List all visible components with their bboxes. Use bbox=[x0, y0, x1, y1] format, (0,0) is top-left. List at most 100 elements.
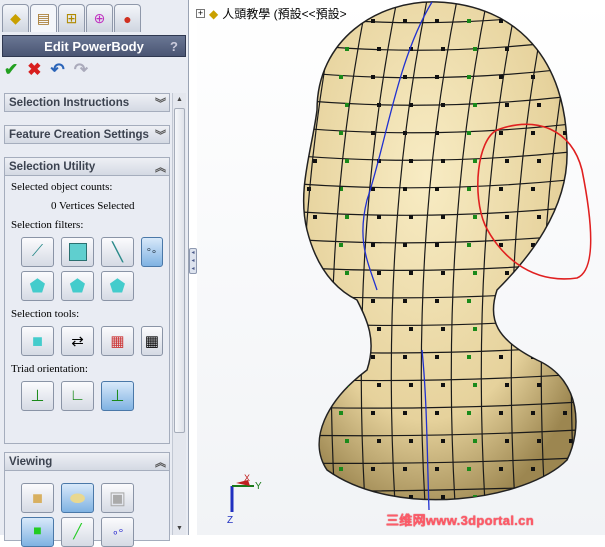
view-smooth-button[interactable]: ⬬ bbox=[61, 483, 94, 513]
mesh-vertex[interactable] bbox=[313, 47, 317, 51]
section-header[interactable]: Selection Instructions ︾ bbox=[4, 93, 170, 112]
triad-local-button[interactable]: ∟ bbox=[61, 381, 94, 411]
mesh-vertex[interactable] bbox=[473, 439, 477, 443]
filter-region-button[interactable]: ⬟ bbox=[101, 271, 134, 301]
mesh-vertex[interactable] bbox=[377, 47, 381, 51]
mesh-vertex[interactable] bbox=[435, 299, 439, 303]
filter-ring-button[interactable]: ⬟ bbox=[61, 271, 94, 301]
section-header[interactable]: Selection Utility ︽ bbox=[4, 157, 170, 176]
mesh-vertex[interactable] bbox=[435, 355, 439, 359]
mesh-vertex[interactable] bbox=[339, 411, 343, 415]
mesh-vertex[interactable] bbox=[569, 215, 573, 219]
feature-tree-root[interactable]: + ◆ 人頭教學 (預設<<預設> bbox=[196, 5, 347, 22]
mesh-vertex[interactable] bbox=[435, 467, 439, 471]
mesh-vertex[interactable] bbox=[345, 327, 349, 331]
mesh-vertex[interactable] bbox=[345, 159, 349, 163]
mesh-vertex[interactable] bbox=[563, 299, 567, 303]
mesh-vertex[interactable] bbox=[563, 243, 567, 247]
cancel-x-icon[interactable]: ✖ bbox=[27, 60, 41, 80]
mesh-vertex[interactable] bbox=[473, 103, 477, 107]
tab-property-manager[interactable]: ▤ bbox=[30, 4, 57, 32]
mesh-vertex[interactable] bbox=[531, 131, 535, 135]
mesh-vertex[interactable] bbox=[499, 19, 503, 23]
mesh-vertex[interactable] bbox=[435, 243, 439, 247]
section-header[interactable]: Feature Creation Settings ︾ bbox=[4, 125, 170, 144]
mesh-vertex[interactable] bbox=[339, 75, 343, 79]
mesh-vertex[interactable] bbox=[473, 383, 477, 387]
mesh-vertex[interactable] bbox=[313, 439, 317, 443]
mesh-vertex[interactable] bbox=[409, 215, 413, 219]
mesh-vertex[interactable] bbox=[339, 299, 343, 303]
mesh-vertex[interactable] bbox=[313, 495, 317, 499]
mesh-vertex[interactable] bbox=[339, 467, 343, 471]
mesh-vertex[interactable] bbox=[441, 495, 445, 499]
chevron-up-icon[interactable]: ︽ bbox=[155, 159, 169, 175]
tab-feature-manager[interactable]: ◆ bbox=[2, 4, 29, 32]
mesh-vertex[interactable] bbox=[371, 467, 375, 471]
grow-selection-button[interactable]: ▦ bbox=[101, 326, 134, 356]
mesh-vertex[interactable] bbox=[467, 131, 471, 135]
graphics-viewport[interactable] bbox=[197, 0, 605, 535]
filter-all-button[interactable]: ⟋ bbox=[21, 237, 54, 267]
mesh-vertex[interactable] bbox=[505, 495, 509, 499]
mesh-vertex[interactable] bbox=[441, 271, 445, 275]
filter-edges-button[interactable]: ╲ bbox=[101, 237, 134, 267]
mesh-vertex[interactable] bbox=[537, 103, 541, 107]
filter-vertices-button[interactable]: °∘ bbox=[141, 237, 163, 267]
mesh-vertex[interactable] bbox=[307, 131, 311, 135]
mesh-vertex[interactable] bbox=[467, 299, 471, 303]
mesh-vertex[interactable] bbox=[371, 411, 375, 415]
mesh-vertex[interactable] bbox=[377, 383, 381, 387]
mesh-vertex[interactable] bbox=[537, 439, 541, 443]
mesh-vertex[interactable] bbox=[377, 439, 381, 443]
mesh-vertex[interactable] bbox=[499, 187, 503, 191]
invert-selection-button[interactable]: ⇄ bbox=[61, 326, 94, 356]
mesh-vertex[interactable] bbox=[345, 215, 349, 219]
triad-world-button[interactable]: ⊥ bbox=[21, 381, 54, 411]
mesh-vertex[interactable] bbox=[403, 299, 407, 303]
mesh-vertex[interactable] bbox=[473, 159, 477, 163]
collapse-panel-handle[interactable]: ◂ ◂ ◂ bbox=[189, 248, 197, 274]
mesh-vertex[interactable] bbox=[345, 103, 349, 107]
mesh-vertex[interactable] bbox=[409, 327, 413, 331]
select-all-button[interactable]: ■ bbox=[21, 326, 54, 356]
section-header[interactable]: Viewing ︽ bbox=[4, 452, 170, 471]
mesh-vertex[interactable] bbox=[569, 47, 573, 51]
tab-dimxpert-manager[interactable]: ⊕ bbox=[86, 4, 113, 32]
show-vertices-button[interactable]: ∘° bbox=[101, 517, 134, 547]
mesh-vertex[interactable] bbox=[531, 299, 535, 303]
mesh-vertex[interactable] bbox=[563, 19, 567, 23]
redo-icon[interactable]: ↷ bbox=[74, 60, 88, 80]
mesh-vertex[interactable] bbox=[467, 187, 471, 191]
filter-faces-button[interactable] bbox=[61, 237, 94, 267]
mesh-vertex[interactable] bbox=[409, 159, 413, 163]
scroll-thumb[interactable] bbox=[174, 108, 185, 433]
help-button[interactable]: ? bbox=[170, 39, 178, 54]
mesh-vertex[interactable] bbox=[499, 467, 503, 471]
mesh-vertex[interactable] bbox=[339, 131, 343, 135]
mesh-vertex[interactable] bbox=[531, 467, 535, 471]
mesh-vertex[interactable] bbox=[371, 75, 375, 79]
scroll-up-icon[interactable]: ▲ bbox=[176, 96, 183, 103]
mesh-vertex[interactable] bbox=[441, 159, 445, 163]
mesh-vertex[interactable] bbox=[377, 495, 381, 499]
mesh-vertex[interactable] bbox=[441, 47, 445, 51]
mesh-vertex[interactable] bbox=[441, 383, 445, 387]
mesh-vertex[interactable] bbox=[403, 355, 407, 359]
mesh-vertex[interactable] bbox=[345, 271, 349, 275]
mesh-vertex[interactable] bbox=[499, 131, 503, 135]
mesh-vertex[interactable] bbox=[473, 271, 477, 275]
mesh-vertex[interactable] bbox=[377, 271, 381, 275]
mesh-vertex[interactable] bbox=[467, 411, 471, 415]
mesh-vertex[interactable] bbox=[307, 75, 311, 79]
mesh-vertex[interactable] bbox=[435, 187, 439, 191]
mesh-vertex[interactable] bbox=[569, 327, 573, 331]
mesh-vertex[interactable] bbox=[377, 327, 381, 331]
mesh-vertex[interactable] bbox=[467, 243, 471, 247]
mesh-vertex[interactable] bbox=[313, 271, 317, 275]
mesh-vertex[interactable] bbox=[473, 215, 477, 219]
mesh-vertex[interactable] bbox=[307, 467, 311, 471]
mesh-vertex[interactable] bbox=[563, 355, 567, 359]
mesh-vertex[interactable] bbox=[499, 411, 503, 415]
mesh-vertex[interactable] bbox=[409, 271, 413, 275]
